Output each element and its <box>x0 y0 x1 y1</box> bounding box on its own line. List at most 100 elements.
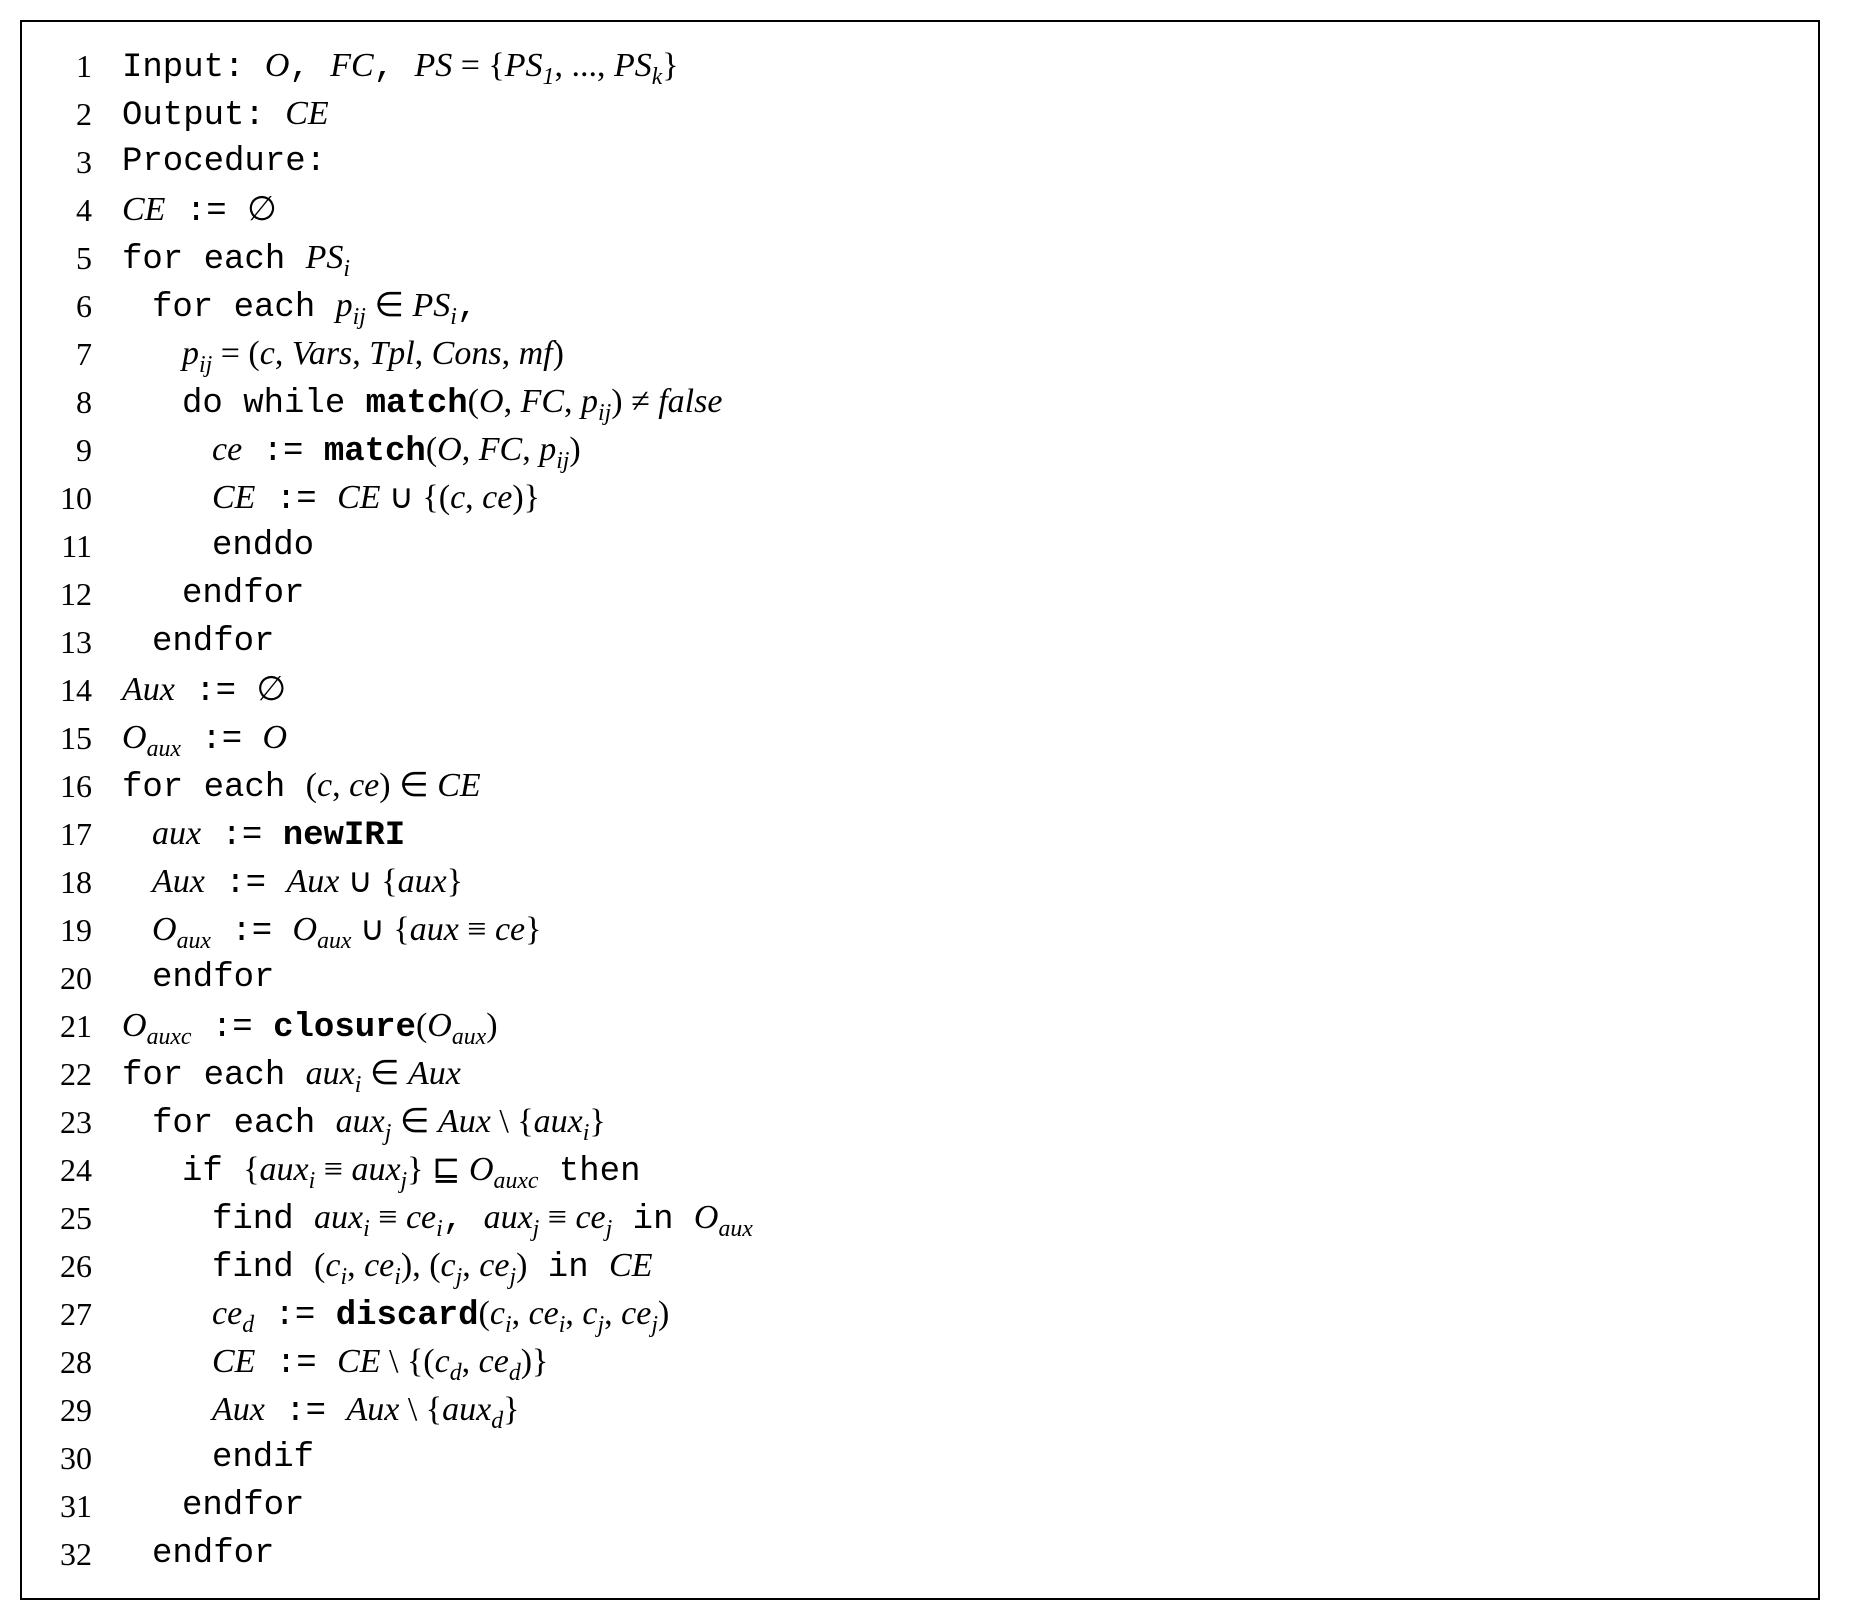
code-token: false <box>658 383 722 420</box>
code-token: ce <box>479 1247 509 1284</box>
code-body: Input: O, FC, PS = {PS1, ..., PSk}Output… <box>112 22 1818 1598</box>
code-token: ) <box>569 431 580 468</box>
code-line: for each pij ∈ PSi, <box>122 282 1798 330</box>
code-token: c <box>450 479 465 516</box>
code-token: for each <box>152 1105 336 1143</box>
code-token: c <box>260 335 275 372</box>
code-line: endfor <box>122 570 1798 618</box>
code-token: , <box>512 1295 529 1332</box>
code-line: Procedure: <box>122 138 1798 186</box>
code-line: endfor <box>122 954 1798 1002</box>
code-token: ij <box>353 304 366 330</box>
code-token: CE <box>212 1343 255 1380</box>
line-number: 17 <box>22 810 112 858</box>
line-number: 18 <box>22 858 112 906</box>
code-line: CE := CE \ {(cd, ced)} <box>122 1338 1798 1386</box>
code-token: i <box>450 304 457 330</box>
code-token: ) <box>516 1247 527 1284</box>
code-token: Aux <box>346 1391 399 1428</box>
code-token: , <box>289 49 330 87</box>
code-token: ) ∈ <box>379 767 437 804</box>
code-line: Oaux := O <box>122 714 1798 762</box>
code-token: enddo <box>212 527 314 565</box>
code-token: \ {( <box>381 1343 435 1380</box>
code-token: O <box>265 47 290 84</box>
code-token: ce <box>212 431 242 468</box>
line-number: 14 <box>22 666 112 714</box>
code-token: ce <box>621 1295 651 1332</box>
code-token: i <box>394 1264 401 1290</box>
code-token: } <box>447 863 463 900</box>
code-token: endfor <box>152 959 274 997</box>
code-token: for each <box>152 289 336 327</box>
code-line: Output: CE <box>122 90 1798 138</box>
line-number: 15 <box>22 714 112 762</box>
code-token: ≡ <box>539 1199 575 1236</box>
code-token: aux <box>152 815 201 852</box>
code-token: O <box>437 431 462 468</box>
code-token: := <box>191 1009 273 1047</box>
code-line: find auxi ≡ cei, auxj ≡ cej in Oaux <box>122 1194 1798 1242</box>
code-token: for each <box>122 769 306 807</box>
code-token: endif <box>212 1439 314 1477</box>
code-token: ∪ { <box>339 863 397 900</box>
code-token: , <box>465 479 482 516</box>
line-number: 19 <box>22 906 112 954</box>
code-token: p <box>539 431 556 468</box>
code-token: CE <box>437 767 480 804</box>
code-token: ( <box>479 1295 490 1332</box>
code-token: for each <box>122 241 306 279</box>
code-token: ce <box>479 1343 509 1380</box>
code-token: closure <box>273 1009 416 1047</box>
code-token: CE <box>337 479 380 516</box>
code-token: aux <box>351 1151 400 1188</box>
code-token: i <box>436 1216 443 1242</box>
code-token: ≡ <box>370 1199 406 1236</box>
code-token: aux <box>442 1391 491 1428</box>
code-token: O <box>427 1007 452 1044</box>
code-token: aux <box>452 1024 486 1050</box>
code-token: } <box>525 911 541 948</box>
line-number: 31 <box>22 1482 112 1530</box>
code-token: ≡ <box>459 911 495 948</box>
code-token: , <box>604 1295 621 1332</box>
code-token: , <box>462 1343 479 1380</box>
code-token: Aux <box>408 1055 461 1092</box>
code-token: ij <box>556 448 569 474</box>
code-token: auxc <box>147 1024 192 1050</box>
line-number: 9 <box>22 426 112 474</box>
code-token: , <box>462 1247 479 1284</box>
code-line: enddo <box>122 522 1798 570</box>
line-number: 24 <box>22 1146 112 1194</box>
code-token: aux <box>398 863 447 900</box>
code-token: p <box>336 287 353 324</box>
code-line: find (ci, cei), (cj, cej) in CE <box>122 1242 1798 1290</box>
code-token: CE <box>609 1247 652 1284</box>
code-token: ∅ <box>256 671 286 708</box>
code-token: k <box>652 64 663 90</box>
line-number: 21 <box>22 1002 112 1050</box>
code-token: ce <box>349 767 379 804</box>
code-token: O <box>122 1007 147 1044</box>
code-line: endfor <box>122 1482 1798 1530</box>
code-line: pij = (c, Vars, Tpl, Cons, mf) <box>122 330 1798 378</box>
code-token: , <box>275 335 292 372</box>
line-number: 30 <box>22 1434 112 1482</box>
code-token: aux <box>317 928 351 954</box>
code-token: Aux <box>122 671 175 708</box>
code-line: do while match(O, FC, pij) ≠ false <box>122 378 1798 426</box>
code-token: ( <box>314 1247 325 1284</box>
line-number: 16 <box>22 762 112 810</box>
code-token: CE <box>212 479 255 516</box>
code-token: find <box>212 1249 314 1287</box>
code-line: endif <box>122 1434 1798 1482</box>
code-token: d <box>491 1408 503 1434</box>
code-line: Aux := Aux ∪ {aux} <box>122 858 1798 906</box>
code-line: CE := CE ∪ {(c, ce)} <box>122 474 1798 522</box>
code-token: , <box>415 335 432 372</box>
code-token: endfor <box>182 575 304 613</box>
code-token: endfor <box>182 1487 304 1525</box>
code-token: PS <box>505 47 543 84</box>
line-number: 10 <box>22 474 112 522</box>
code-token: do while <box>182 385 366 423</box>
